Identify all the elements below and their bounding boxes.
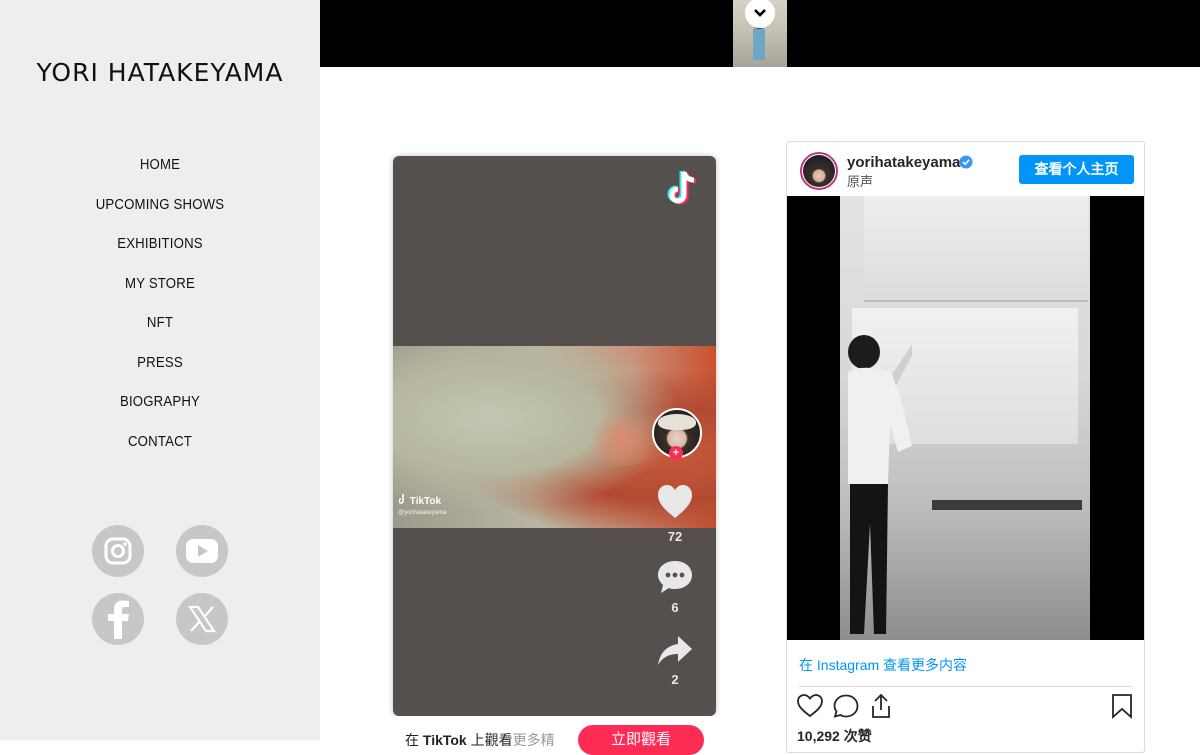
nav-item-exhibitions[interactable]: EXHIBITIONS	[19, 229, 301, 269]
divider	[799, 686, 1132, 687]
avatar-hat	[658, 414, 696, 430]
view-profile-button[interactable]: 查看个人主页	[1019, 155, 1134, 184]
main-nav: HOME UPCOMING SHOWS EXHIBITIONS MY STORE…	[0, 150, 320, 466]
view-more-on-instagram-link[interactable]: 在 Instagram 查看更多内容	[799, 655, 967, 675]
tiktok-watermark: TikTok	[398, 494, 442, 507]
bookmark-icon[interactable]	[1111, 693, 1133, 719]
work-table	[932, 500, 1082, 510]
comment-bubble-icon[interactable]	[833, 694, 859, 718]
video-paint-detail	[583, 416, 663, 466]
nav-item-nft[interactable]: NFT	[19, 308, 301, 348]
facebook-icon[interactable]	[92, 593, 144, 645]
instagram-embed[interactable]: yorihatakeyama 原声 查看个人主页 在 Instagram 查看更…	[786, 141, 1145, 753]
sidebar: YORI HATAKEYAMA HOME UPCOMING SHOWS EXHI…	[0, 0, 320, 740]
tiktok-watermark-text: TikTok	[409, 496, 442, 507]
studio-photo	[840, 196, 1090, 640]
thumbnail-figure	[753, 26, 765, 60]
tiktok-watermark-icon	[398, 494, 404, 504]
heart-icon[interactable]	[656, 484, 694, 520]
like-heart-icon[interactable]	[797, 694, 823, 718]
instagram-video[interactable]	[787, 196, 1144, 640]
tiktok-logo-icon	[666, 168, 702, 213]
footer-prefix: 在	[405, 732, 419, 748]
instagram-like-count: 10,292 次赞	[797, 728, 872, 744]
footer-suffix: 上觀看	[470, 732, 513, 748]
footer-brand: TikTok	[422, 732, 467, 748]
nav-item-home[interactable]: HOME	[19, 150, 301, 190]
nav-item-contact[interactable]: CONTACT	[19, 427, 301, 467]
avatar-photo	[803, 155, 835, 187]
instagram-username[interactable]: yorihatakeyama	[847, 154, 960, 171]
artist-figure	[848, 335, 912, 634]
like-count: 72	[667, 529, 683, 544]
share-icon[interactable]	[656, 634, 694, 668]
tiktok-watermark-user: @yorihatakeyama	[398, 510, 447, 516]
nav-item-my-store[interactable]: MY STORE	[19, 269, 301, 309]
tiktok-embed[interactable]: + 72 6 2 TikTok @yorihatakeyama	[393, 156, 716, 716]
comment-icon[interactable]	[656, 559, 694, 595]
nav-item-biography[interactable]: BIOGRAPHY	[19, 387, 301, 427]
upper-canvas	[864, 196, 1088, 302]
follow-plus-icon[interactable]: +	[669, 446, 683, 460]
share-count: 2	[671, 672, 679, 687]
watch-now-button[interactable]: 立即觀看	[578, 725, 704, 755]
share-upload-icon[interactable]	[869, 693, 893, 719]
nav-item-upcoming-shows[interactable]: UPCOMING SHOWS	[19, 190, 301, 230]
comment-count: 6	[671, 600, 679, 615]
tiktok-embed-footer: 在 TikTok 上觀看更多精 立即觀看	[393, 716, 716, 755]
nav-item-press[interactable]: PRESS	[19, 348, 301, 388]
instagram-avatar[interactable]	[800, 152, 838, 190]
instagram-audio-label: 原声	[847, 174, 874, 189]
footer-more: 更多精	[512, 732, 555, 748]
x-icon[interactable]	[176, 593, 228, 645]
youtube-icon[interactable]	[176, 525, 228, 577]
site-title[interactable]: YORI HATAKEYAMA	[0, 58, 320, 87]
instagram-icon[interactable]	[92, 525, 144, 577]
tiktok-footer-text: 在 TikTok 上觀看更多精	[405, 730, 555, 750]
verified-badge-icon	[959, 155, 973, 169]
